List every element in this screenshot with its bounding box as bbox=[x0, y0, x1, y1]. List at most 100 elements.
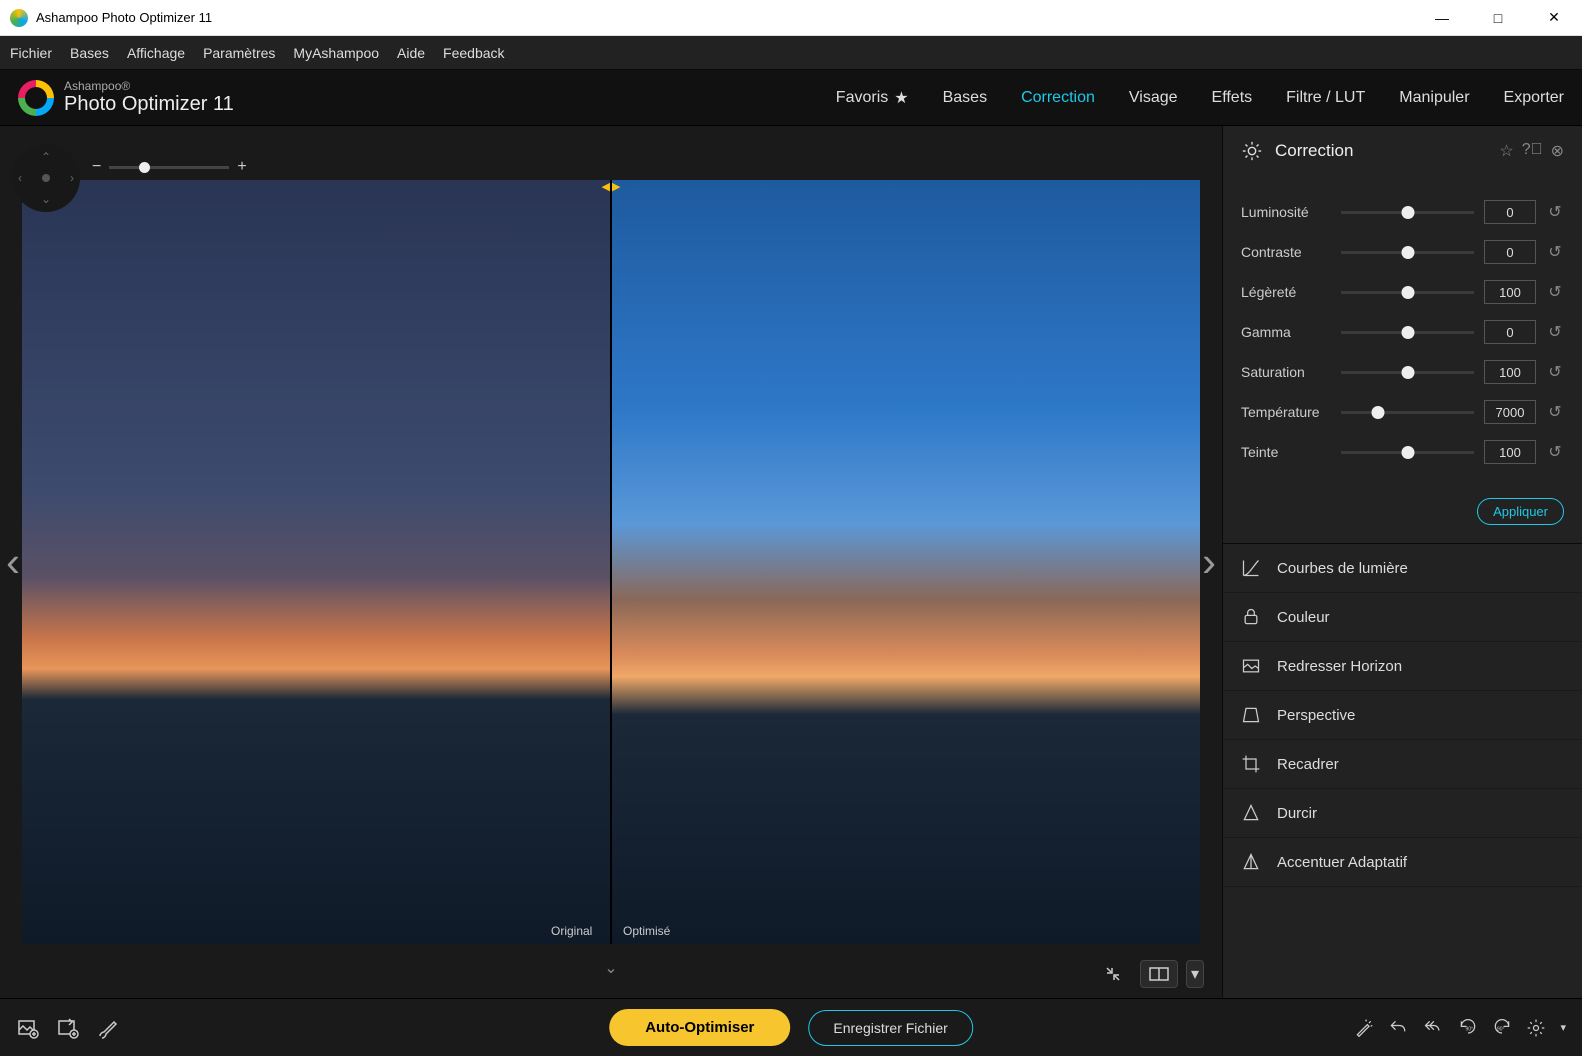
menu-myashampoo[interactable]: MyAshampoo bbox=[293, 45, 379, 61]
slider-track-contraste[interactable] bbox=[1341, 251, 1474, 254]
menu-affichage[interactable]: Affichage bbox=[127, 45, 185, 61]
curves-icon bbox=[1241, 558, 1263, 578]
expand-thumbnails-button[interactable]: ⌄ bbox=[604, 958, 617, 978]
slider-value-saturation[interactable]: 100 bbox=[1484, 360, 1536, 384]
undo-icon[interactable] bbox=[1388, 1018, 1408, 1038]
tool-sharpen[interactable]: Durcir bbox=[1223, 789, 1582, 838]
logo-icon bbox=[18, 80, 54, 116]
tab-correction[interactable]: Correction bbox=[1021, 89, 1095, 107]
menu-fichier[interactable]: Fichier bbox=[10, 45, 52, 61]
svg-text:90°: 90° bbox=[1466, 1026, 1474, 1032]
slider-row-saturation: Saturation 100 ↺ bbox=[1241, 360, 1564, 384]
pan-up-icon[interactable]: ⌃ bbox=[41, 150, 51, 164]
slider-row-legerete: Légèreté 100 ↺ bbox=[1241, 280, 1564, 304]
tab-filtre-lut[interactable]: Filtre / LUT bbox=[1286, 89, 1365, 107]
menu-aide[interactable]: Aide bbox=[397, 45, 425, 61]
favorite-icon[interactable]: ☆ bbox=[1499, 141, 1513, 161]
apply-button[interactable]: Appliquer bbox=[1477, 498, 1564, 525]
tool-horizon[interactable]: Redresser Horizon bbox=[1223, 642, 1582, 691]
slider-track-legerete[interactable] bbox=[1341, 291, 1474, 294]
close-button[interactable]: ✕ bbox=[1536, 3, 1572, 33]
split-handle-icons[interactable]: ◀▶ bbox=[602, 180, 621, 193]
tab-favoris[interactable]: Favoris ★ bbox=[836, 88, 909, 108]
add-image-button[interactable] bbox=[16, 1016, 40, 1040]
menu-parametres[interactable]: Paramètres bbox=[203, 45, 275, 61]
slider-track-teinte[interactable] bbox=[1341, 451, 1474, 454]
tool-lock[interactable]: Couleur bbox=[1223, 593, 1582, 642]
collapse-view-button[interactable] bbox=[1094, 960, 1132, 988]
slider-row-luminosite: Luminosité 0 ↺ bbox=[1241, 200, 1564, 224]
undo-all-icon[interactable] bbox=[1422, 1018, 1444, 1038]
star-icon: ★ bbox=[894, 88, 908, 108]
slider-value-teinte[interactable]: 100 bbox=[1484, 440, 1536, 464]
tool-crop[interactable]: Recadrer bbox=[1223, 740, 1582, 789]
zoom-slider[interactable] bbox=[109, 166, 229, 169]
tool-adaptive[interactable]: Accentuer Adaptatif bbox=[1223, 838, 1582, 887]
main-tabs: Favoris ★ Bases Correction Visage Effets… bbox=[836, 88, 1564, 108]
slider-label-temperature: Température bbox=[1241, 404, 1331, 420]
brightness-icon bbox=[1241, 140, 1263, 162]
slider-track-saturation[interactable] bbox=[1341, 371, 1474, 374]
pan-center-icon[interactable] bbox=[42, 174, 50, 182]
minimize-button[interactable]: — bbox=[1424, 3, 1460, 33]
reset-legerete-icon[interactable]: ↺ bbox=[1546, 282, 1564, 302]
tab-effets[interactable]: Effets bbox=[1212, 89, 1253, 107]
reset-saturation-icon[interactable]: ↺ bbox=[1546, 362, 1564, 382]
split-view-button[interactable] bbox=[1140, 960, 1178, 988]
rotate-right-icon[interactable]: 90° bbox=[1492, 1018, 1512, 1038]
lock-icon bbox=[1241, 607, 1263, 627]
slider-row-teinte: Teinte 100 ↺ bbox=[1241, 440, 1564, 464]
reset-luminosite-icon[interactable]: ↺ bbox=[1546, 202, 1564, 222]
image-optimized bbox=[611, 180, 1200, 944]
panel-title: Correction bbox=[1275, 141, 1487, 161]
maximize-button[interactable]: □ bbox=[1480, 3, 1516, 33]
brush-button[interactable] bbox=[96, 1016, 120, 1040]
tab-exporter[interactable]: Exporter bbox=[1504, 89, 1564, 107]
next-image-button[interactable]: › bbox=[1202, 538, 1216, 586]
settings-dropdown-icon[interactable]: ▾ bbox=[1560, 1021, 1566, 1034]
menu-feedback[interactable]: Feedback bbox=[443, 45, 504, 61]
reset-teinte-icon[interactable]: ↺ bbox=[1546, 442, 1564, 462]
zoom-in-button[interactable]: + bbox=[237, 158, 246, 176]
auto-optimize-button[interactable]: Auto-Optimiser bbox=[609, 1009, 790, 1046]
slider-value-contraste[interactable]: 0 bbox=[1484, 240, 1536, 264]
prev-image-button[interactable]: ‹ bbox=[6, 538, 20, 586]
reset-temperature-icon[interactable]: ↺ bbox=[1546, 402, 1564, 422]
pan-left-icon[interactable]: ‹ bbox=[18, 171, 22, 185]
slider-value-temperature[interactable]: 7000 bbox=[1484, 400, 1536, 424]
settings-icon[interactable] bbox=[1526, 1018, 1546, 1038]
slider-track-luminosite[interactable] bbox=[1341, 211, 1474, 214]
split-divider[interactable] bbox=[610, 180, 612, 944]
pan-right-icon[interactable]: › bbox=[70, 171, 74, 185]
tool-perspective[interactable]: Perspective bbox=[1223, 691, 1582, 740]
save-file-button[interactable]: Enregistrer Fichier bbox=[808, 1010, 972, 1046]
tab-bases[interactable]: Bases bbox=[943, 89, 987, 107]
tab-manipuler[interactable]: Manipuler bbox=[1399, 89, 1469, 107]
close-panel-icon[interactable]: ⊗ bbox=[1551, 141, 1564, 161]
tool-label-adaptive: Accentuer Adaptatif bbox=[1277, 854, 1407, 871]
reset-contraste-icon[interactable]: ↺ bbox=[1546, 242, 1564, 262]
reset-gamma-icon[interactable]: ↺ bbox=[1546, 322, 1564, 342]
slider-label-legerete: Légèreté bbox=[1241, 284, 1331, 300]
zoom-out-button[interactable]: − bbox=[92, 158, 101, 176]
pan-down-icon[interactable]: ⌄ bbox=[41, 192, 51, 206]
tool-label-horizon: Redresser Horizon bbox=[1277, 658, 1402, 675]
tool-label-lock: Couleur bbox=[1277, 609, 1330, 626]
add-folder-button[interactable] bbox=[56, 1016, 80, 1040]
slider-value-legerete[interactable]: 100 bbox=[1484, 280, 1536, 304]
tool-curves[interactable]: Courbes de lumière bbox=[1223, 544, 1582, 593]
correction-panel: Correction ☆ ?⃝ ⊗ Luminosité 0 ↺ Contras… bbox=[1222, 126, 1582, 998]
view-mode-dropdown[interactable]: ▾ bbox=[1186, 960, 1204, 988]
slider-value-luminosite[interactable]: 0 bbox=[1484, 200, 1536, 224]
help-icon[interactable]: ?⃝ bbox=[1522, 141, 1543, 161]
menu-bases[interactable]: Bases bbox=[70, 45, 109, 61]
header: Ashampoo® Photo Optimizer 11 Favoris ★ B… bbox=[0, 70, 1582, 126]
slider-track-gamma[interactable] bbox=[1341, 331, 1474, 334]
pan-control[interactable]: ⌃ ⌄ ‹ › bbox=[12, 144, 80, 212]
slider-label-luminosite: Luminosité bbox=[1241, 204, 1331, 220]
slider-value-gamma[interactable]: 0 bbox=[1484, 320, 1536, 344]
rotate-left-icon[interactable]: 90° bbox=[1458, 1018, 1478, 1038]
slider-track-temperature[interactable] bbox=[1341, 411, 1474, 414]
tab-visage[interactable]: Visage bbox=[1129, 89, 1178, 107]
magic-wand-icon[interactable] bbox=[1354, 1018, 1374, 1038]
